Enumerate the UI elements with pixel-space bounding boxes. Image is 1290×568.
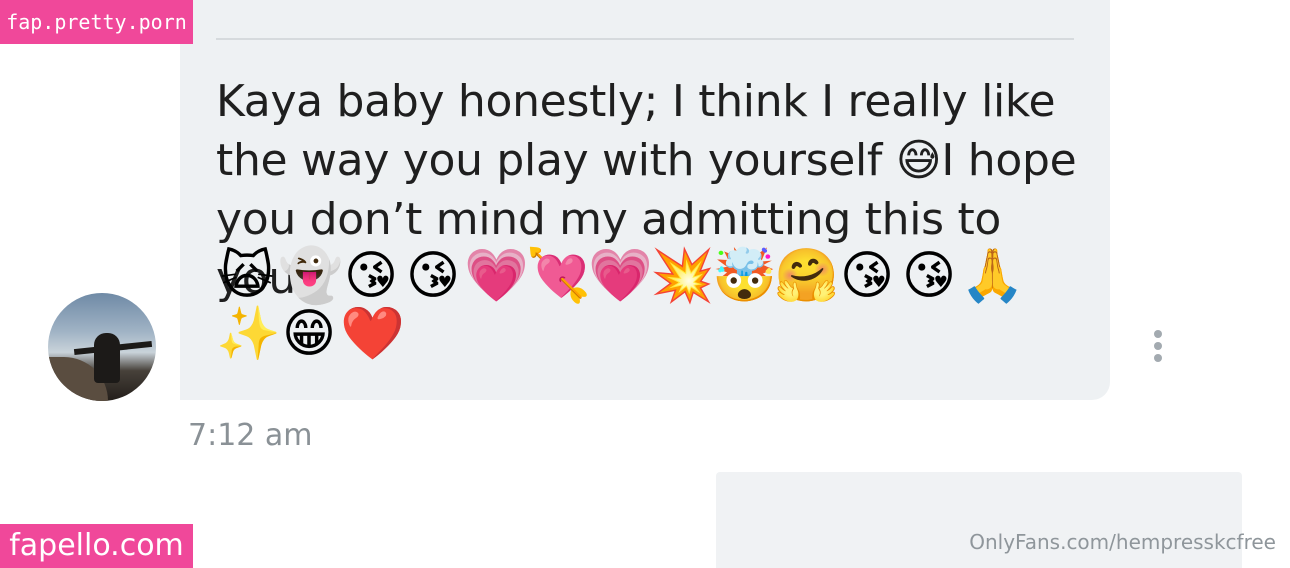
hugging-face-emoji: 🤗 — [774, 246, 839, 306]
heart-arrow-emoji: 💘 — [526, 246, 591, 306]
avatar[interactable] — [48, 293, 156, 401]
watermark-bottom: fapello.com — [0, 524, 193, 568]
kiss-face-emoji: 😘 — [343, 246, 399, 306]
message-timestamp: 7:12 am — [188, 418, 313, 453]
emoji-row: 🙀👻😘 😘💗💘💗💥🤯🤗😘 😘🙏 ✨😁❤️ — [216, 247, 1096, 363]
exploding-head-emoji: 🤯 — [712, 246, 777, 306]
grinning-face-emoji: 😁 — [281, 304, 337, 364]
ghost-emoji: 👻 — [278, 246, 343, 306]
red-heart-emoji: ❤️ — [340, 304, 405, 364]
ellipsis-dot — [1154, 342, 1162, 350]
kiss-face-emoji: 😘 — [839, 246, 895, 306]
vertical-ellipsis-icon[interactable] — [1150, 330, 1166, 366]
collision-emoji: 💥 — [650, 246, 715, 306]
weary-cat-emoji: 🙀 — [219, 246, 275, 306]
sparkles-emoji: ✨ — [216, 304, 281, 364]
watermark-top: fap.pretty.porn — [0, 0, 193, 44]
avatar-figure — [94, 333, 120, 383]
growing-heart-emoji: 💗 — [588, 246, 653, 306]
ellipsis-dot — [1154, 330, 1162, 338]
bubble-divider — [216, 38, 1074, 40]
kiss-face-emoji: 😘 — [405, 246, 461, 306]
growing-heart-emoji: 💗 — [464, 246, 529, 306]
creator-credit: OnlyFans.com/hempresskcfree — [969, 530, 1276, 554]
chat-screen: Kaya baby honestly; I think I really lik… — [0, 0, 1290, 568]
folded-hands-emoji: 🙏 — [960, 246, 1025, 306]
ellipsis-dot — [1154, 354, 1162, 362]
kiss-face-emoji: 😘 — [901, 246, 957, 306]
